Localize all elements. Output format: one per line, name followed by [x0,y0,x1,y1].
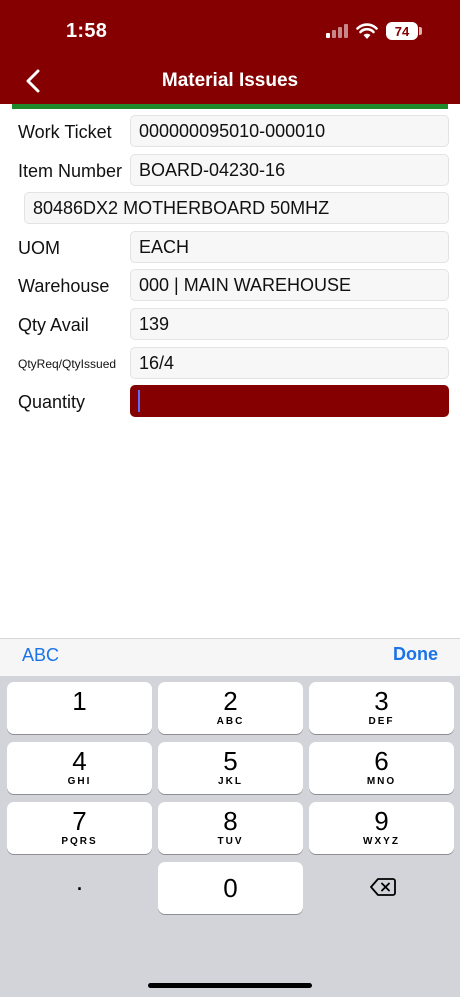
qty-avail-label: Qty Avail [18,315,89,335]
key-number: 5 [223,746,238,776]
key-letters: MNO [366,776,397,787]
key-4[interactable]: 4 GHI [7,742,152,794]
battery-indicator: 74 [386,22,418,40]
key-number: 0 [223,873,238,903]
key-letters: JKL [218,776,243,787]
key-number: 8 [223,806,238,836]
item-description-field: 80486DX2 MOTHERBOARD 50MHZ [24,192,449,224]
key-letters: PQRS [61,836,98,847]
uom-label: UOM [18,238,60,258]
item-number-label: Item Number [18,161,123,181]
key-number: 9 [374,806,389,836]
key-2[interactable]: 2 ABC [158,682,303,734]
work-ticket-row: Work Ticket 000000095010-000010 [0,115,460,149]
warehouse-row: Warehouse 000 | MAIN WAREHOUSE [0,269,460,303]
battery-cap [419,27,422,35]
uom-row: UOM EACH [0,231,460,265]
key-7[interactable]: 7 PQRS [7,802,152,854]
keyboard-toolbar: ABC Done [0,638,460,676]
quantity-row: Quantity [0,385,460,419]
description-row: 80486DX2 MOTHERBOARD 50MHZ [0,192,460,226]
work-ticket-field[interactable]: 000000095010-000010 [130,115,449,147]
cellular-signal-icon [326,24,350,38]
qty-req-issued-label: QtyReq/QtyIssued [18,357,117,371]
uom-field[interactable]: EACH [130,231,449,263]
key-1[interactable]: 1 [7,682,152,734]
key-decimal[interactable]: . [7,862,152,914]
key-5[interactable]: 5 JKL [158,742,303,794]
key-0[interactable]: 0 [158,862,303,914]
warehouse-field[interactable]: 000 | MAIN WAREHOUSE [130,269,449,301]
item-number-row: Item Number BOARD-04230-16 [0,154,460,188]
quantity-label: Quantity [18,392,86,412]
key-number: 6 [374,746,389,776]
delete-key[interactable] [309,862,454,914]
key-letters: DEF [368,716,395,727]
key-letters: ABC [216,716,245,727]
warehouse-label: Warehouse [18,276,110,296]
qty-avail-field: 139 [130,308,449,340]
progress-accent-bar [12,104,448,109]
work-ticket-label: Work Ticket [18,122,112,142]
status-time: 1:58 [66,20,108,42]
home-indicator[interactable] [148,983,312,988]
key-6[interactable]: 6 MNO [309,742,454,794]
key-8[interactable]: 8 TUV [158,802,303,854]
status-bar: 1:58 74 [0,0,460,60]
app-header: 1:58 74 Material Issues [0,0,460,104]
key-letters: GHI [67,776,92,787]
key-number: 7 [72,806,87,836]
key-number: 3 [374,686,389,716]
key-number: 2 [223,686,238,716]
key-9[interactable]: 9 WXYZ [309,802,454,854]
text-cursor [138,390,140,412]
key-3[interactable]: 3 DEF [309,682,454,734]
page-title: Material Issues [161,70,299,91]
qty-req-issued-field: 16/4 [130,347,449,379]
done-button[interactable]: Done [393,644,438,665]
backspace-icon [370,878,396,896]
key-letters: WXYZ [363,836,400,847]
qty-req-issued-row: QtyReq/QtyIssued 16/4 [0,347,460,381]
key-number: 4 [72,746,87,776]
key-letters: TUV [217,836,244,847]
key-number: 1 [72,686,87,716]
item-number-field[interactable]: BOARD-04230-16 [130,154,449,186]
abc-button[interactable]: ABC [22,645,59,666]
quantity-input[interactable] [130,385,449,417]
numeric-keypad: 1 2 ABC 3 DEF 4 GHI 5 JKL 6 MNO 7 PQRS 8… [0,676,460,997]
wifi-icon [356,22,378,40]
key-decimal-label: . [75,866,84,896]
qty-avail-row: Qty Avail 139 [0,308,460,342]
